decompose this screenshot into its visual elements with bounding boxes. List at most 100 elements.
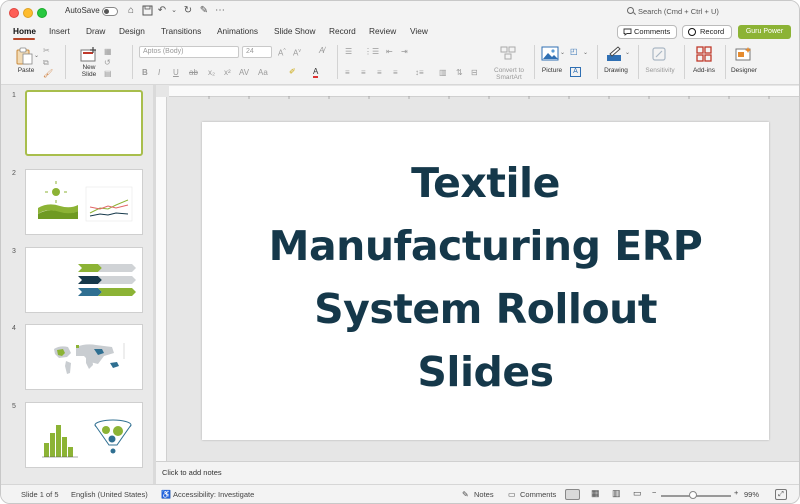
save-icon[interactable] <box>141 5 153 17</box>
text-direction-icon[interactable]: ⇅ <box>456 68 463 77</box>
tab-animations[interactable]: Animations <box>217 26 258 36</box>
tab-draw[interactable]: Draw <box>86 26 105 36</box>
drawing-dropdown-icon[interactable]: ⌄ <box>625 49 630 56</box>
align-center-icon[interactable]: ≡ <box>361 68 366 77</box>
minimize-window-button[interactable] <box>23 8 33 18</box>
more-commands-icon[interactable]: ⋯ <box>214 5 226 17</box>
accessibility-icon[interactable]: ♿ <box>161 490 171 499</box>
tab-transitions[interactable]: Transitions <box>161 26 201 36</box>
notes-pane[interactable]: Click to add notes <box>156 461 799 483</box>
zoom-level[interactable]: 99% <box>744 490 759 499</box>
section-icon[interactable]: ▤ <box>104 69 112 78</box>
paste-dropdown-icon[interactable]: ⌄ <box>34 52 39 59</box>
slide-show-icon[interactable]: ▭ <box>633 488 642 499</box>
zoom-out-icon[interactable]: − <box>652 488 656 497</box>
increase-indent-icon[interactable]: ⇥ <box>401 47 408 56</box>
designer-icon[interactable] <box>735 46 753 62</box>
align-right-icon[interactable]: ≡ <box>377 68 382 77</box>
notes-icon[interactable]: ✎ <box>462 490 469 499</box>
subscript-icon[interactable]: x₂ <box>208 68 215 77</box>
paste-icon[interactable] <box>14 47 34 65</box>
search-box[interactable]: Search (Cmd + Ctrl + U) <box>627 6 727 18</box>
increase-font-icon[interactable]: A^ <box>278 47 286 58</box>
font-size-select[interactable]: 24 <box>242 46 272 58</box>
format-painter-brush-icon[interactable]: 🖌 <box>43 69 53 78</box>
tab-view[interactable]: View <box>410 26 428 36</box>
reset-icon[interactable]: ↺ <box>104 58 111 67</box>
italic-icon[interactable]: I <box>158 68 160 77</box>
tab-design[interactable]: Design <box>119 26 145 36</box>
sensitivity-icon[interactable] <box>651 46 667 62</box>
drawing-icon[interactable] <box>606 46 624 62</box>
tab-home[interactable]: Home <box>13 26 36 36</box>
bold-icon[interactable]: B <box>142 68 148 77</box>
picture-icon[interactable] <box>541 46 559 61</box>
slide-thumbnail-4[interactable] <box>25 324 143 390</box>
comments-icon[interactable]: ▭ <box>508 490 516 499</box>
undo-dropdown-icon[interactable]: ⌄ <box>168 5 180 17</box>
font-name-select[interactable]: Aptos (Body) <box>139 46 239 58</box>
bullets-icon[interactable]: ☰ <box>345 47 352 56</box>
picture-dropdown-icon[interactable]: ⌄ <box>560 49 565 56</box>
redo-icon[interactable]: ↻ <box>182 5 194 17</box>
clear-formatting-icon[interactable]: A̸ <box>319 46 324 55</box>
align-text-icon[interactable]: ⊟ <box>471 68 478 77</box>
slide-canvas[interactable]: Textile Manufacturing ERP System Rollout… <box>202 122 769 440</box>
slide-thumbnail-1[interactable] <box>25 90 143 156</box>
thumbnail-number: 3 <box>12 248 16 255</box>
superscript-icon[interactable]: x² <box>224 68 231 77</box>
smartart-icon[interactable] <box>500 46 516 60</box>
add-ins-icon[interactable] <box>696 46 712 62</box>
reading-view-icon[interactable]: ▥ <box>612 488 621 499</box>
record-button[interactable]: Record <box>682 25 732 39</box>
text-box-icon[interactable]: A <box>570 67 581 77</box>
language-status[interactable]: English (United States) <box>71 490 148 499</box>
align-left-icon[interactable]: ≡ <box>345 68 350 77</box>
layout-icon[interactable]: ▦ <box>104 47 112 56</box>
normal-view-icon[interactable] <box>565 489 580 500</box>
accessibility-status[interactable]: Accessibility: Investigate <box>173 490 254 499</box>
slide-thumbnail-2[interactable] <box>25 169 143 235</box>
undo-icon[interactable]: ↶ <box>156 5 168 17</box>
numbering-icon[interactable]: ⋮☰ <box>364 47 379 56</box>
close-window-button[interactable] <box>9 8 19 18</box>
tab-insert[interactable]: Insert <box>49 26 70 36</box>
new-slide-icon[interactable] <box>79 46 99 64</box>
slide-thumbnail-3[interactable] <box>25 247 143 313</box>
justify-icon[interactable]: ≡ <box>393 68 398 77</box>
tab-slide-show[interactable]: Slide Show <box>274 26 316 36</box>
columns-icon[interactable]: ▥ <box>439 68 447 77</box>
decrease-indent-icon[interactable]: ⇤ <box>386 47 393 56</box>
font-color-icon[interactable]: A <box>313 67 319 78</box>
underline-icon[interactable]: U <box>173 68 179 77</box>
line-spacing-icon[interactable]: ↕≡ <box>415 68 424 77</box>
cut-icon[interactable]: ✂ <box>43 46 50 55</box>
change-case-icon[interactable]: Aa <box>258 68 268 77</box>
tab-record[interactable]: Record <box>329 26 356 36</box>
character-spacing-icon[interactable]: AV <box>239 68 249 77</box>
shapes-dropdown-icon[interactable]: ⌄ <box>583 49 588 56</box>
slide-thumbnail-5[interactable] <box>25 402 143 468</box>
comments-button[interactable]: Comments <box>617 25 677 39</box>
add-ins-label: Add-ins <box>692 67 716 74</box>
zoom-in-icon[interactable]: + <box>734 488 738 497</box>
guru-power-button[interactable]: Guru Power <box>738 25 791 39</box>
strikethrough-icon[interactable]: ab <box>189 68 198 77</box>
comments-toggle[interactable]: Comments <box>520 490 556 499</box>
format-painter-icon[interactable]: ✎ <box>198 5 210 17</box>
tab-review[interactable]: Review <box>369 26 396 36</box>
fit-to-window-icon[interactable]: ⤢ <box>775 489 787 500</box>
zoom-slider-knob[interactable] <box>689 491 697 499</box>
maximize-window-button[interactable] <box>37 8 47 18</box>
autosave-toggle[interactable] <box>102 7 118 16</box>
slide-title[interactable]: Textile Manufacturing ERP System Rollout… <box>202 152 769 404</box>
copy-icon[interactable]: ⧉ <box>43 58 49 67</box>
home-icon[interactable]: ⌂ <box>125 5 137 17</box>
notes-toggle[interactable]: Notes <box>474 490 494 499</box>
shapes-icon[interactable]: ◰ <box>570 47 578 56</box>
search-placeholder: Search (Cmd + Ctrl + U) <box>638 7 719 16</box>
slide-title-line: System Rollout <box>314 285 657 333</box>
slide-sorter-icon[interactable]: ▦ <box>591 488 600 499</box>
highlight-icon[interactable]: ✐ <box>289 67 296 76</box>
decrease-font-icon[interactable]: Av <box>293 47 301 58</box>
